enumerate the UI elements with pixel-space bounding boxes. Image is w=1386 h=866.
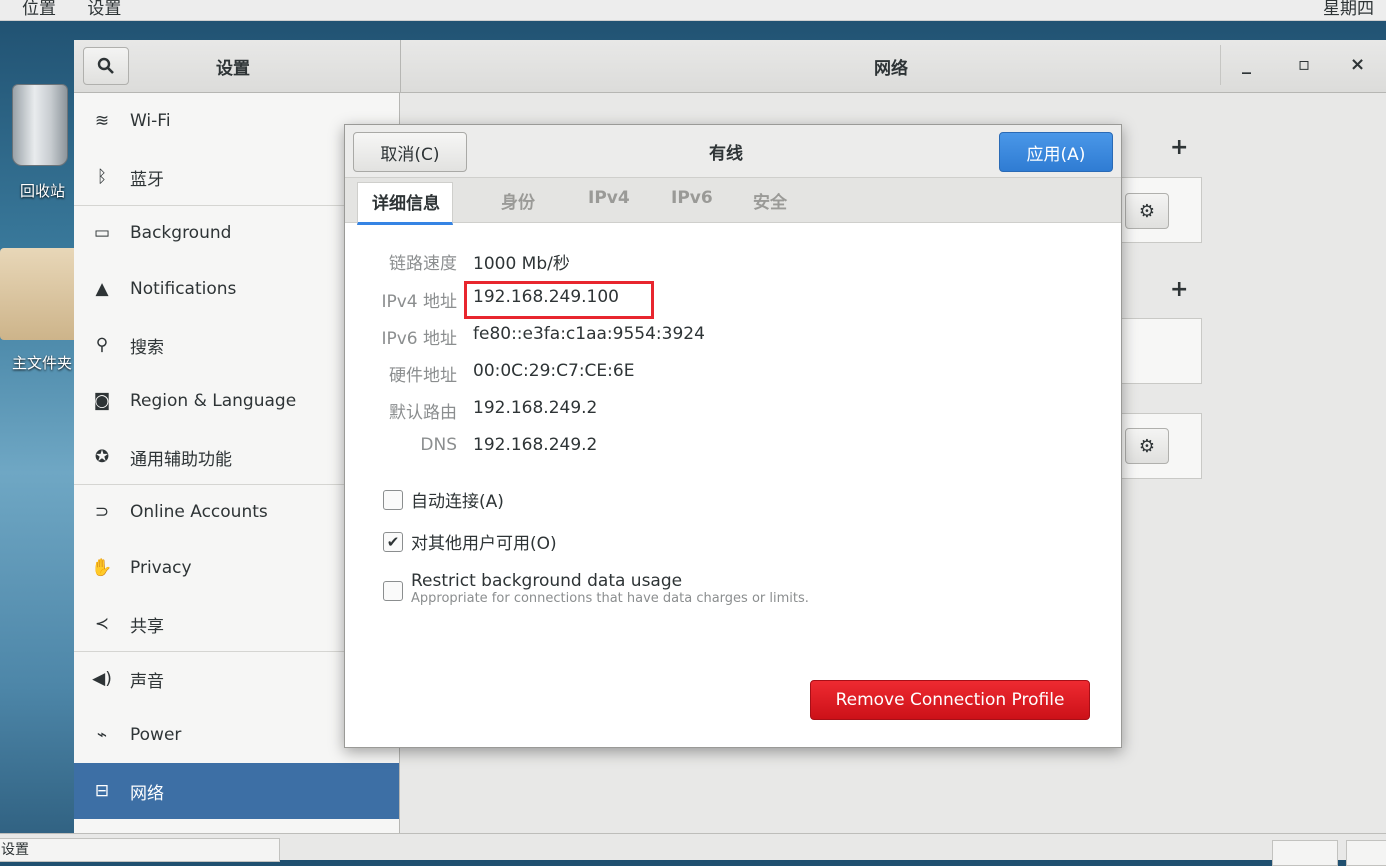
tab-details[interactable]: 详细信息 <box>357 182 453 225</box>
bluetooth-icon: ᛒ <box>96 167 108 187</box>
dialog-header: 取消(C) 有线 应用(A) <box>345 125 1121 178</box>
close-button[interactable]: × <box>1350 54 1365 75</box>
available-all-users-row[interactable]: ✔ 对其他用户可用(O) <box>383 529 557 554</box>
maximize-button[interactable]: ▫ <box>1298 54 1310 75</box>
sidebar-item-label: Background <box>130 223 232 243</box>
info-value: 192.168.249.2 <box>473 398 598 418</box>
wired-dialog: 取消(C) 有线 应用(A) 详细信息 身份 IPv4 IPv6 安全 链路速度… <box>344 124 1122 748</box>
restrict-data-checkbox[interactable] <box>383 581 403 601</box>
network-icon: ⊟ <box>94 781 110 801</box>
folder-icon <box>0 248 78 340</box>
workspace-2-button[interactable] <box>1346 840 1386 866</box>
gear-icon: ⚙ <box>1138 200 1156 222</box>
apply-button[interactable]: 应用(A) <box>999 132 1113 172</box>
wifi-icon: ≋ <box>94 111 110 131</box>
display-icon: ▭ <box>93 223 111 243</box>
camera-icon: ◙ <box>93 391 111 411</box>
bell-icon: ▲ <box>95 279 109 299</box>
dialog-title: 有线 <box>709 144 743 164</box>
add-vpn-button[interactable]: + <box>1170 277 1188 302</box>
info-value: fe80::e3fa:c1aa:9554:3924 <box>473 324 705 344</box>
remove-connection-button[interactable]: Remove Connection Profile <box>810 680 1090 720</box>
power-icon: ⌁ <box>96 725 108 745</box>
taskbar: 设置 <box>0 833 1386 866</box>
tab-bar: 详细信息 身份 IPv4 IPv6 安全 <box>345 178 1121 225</box>
wired-settings-button[interactable]: ⚙ <box>1125 193 1169 229</box>
header-bar: 设置 网络 _ ▫ × <box>74 40 1386 93</box>
info-value: 192.168.249.2 <box>473 435 598 455</box>
search-icon: ⚲ <box>95 335 109 355</box>
available-all-users-label: 对其他用户可用(O) <box>411 534 557 554</box>
trash-label: 回收站 <box>20 182 66 200</box>
sidebar-item-label: Region & Language <box>130 391 297 411</box>
header-separator <box>1220 45 1221 85</box>
settings-menu[interactable]: 设置 <box>87 0 121 19</box>
clock[interactable]: 星期四 <box>1323 0 1374 19</box>
sidebar-item-label: 蓝牙 <box>130 169 164 190</box>
info-label: IPv6 地址 <box>381 329 457 349</box>
checkmark-icon: ✔ <box>386 532 400 551</box>
workspace-1-button[interactable] <box>1272 840 1338 866</box>
add-wired-button[interactable]: + <box>1170 135 1188 160</box>
hand-icon: ✋ <box>91 558 113 578</box>
sidebar-item-label: 通用辅助功能 <box>130 449 232 470</box>
info-label: 链路速度 <box>389 254 457 274</box>
info-value: 00:0C:29:C7:CE:6E <box>473 361 635 381</box>
tab-security[interactable]: 安全 <box>753 188 787 213</box>
gear-icon: ⚙ <box>1138 435 1156 457</box>
tab-identity[interactable]: 身份 <box>501 188 535 213</box>
trash-icon <box>12 84 68 166</box>
restrict-data-hint: Appropriate for connections that have da… <box>411 591 809 606</box>
taskbar-item-label: 设置 <box>1 842 29 858</box>
home-label: 主文件夹 <box>12 354 73 372</box>
cancel-button[interactable]: 取消(C) <box>353 132 467 172</box>
places-menu[interactable]: 位置 <box>22 0 56 19</box>
highlight-box <box>464 281 654 319</box>
restrict-data-row[interactable]: Restrict background data usage Appropria… <box>383 571 809 606</box>
info-label: 默认路由 <box>389 403 457 423</box>
online-accounts-icon: ⊃ <box>94 502 110 522</box>
sidebar-item-label: 网络 <box>130 783 164 804</box>
info-label: IPv4 地址 <box>381 292 457 312</box>
info-value: 1000 Mb/秒 <box>473 254 570 274</box>
sidebar-item-label: Online Accounts <box>130 502 268 522</box>
sidebar-item-network[interactable]: ⊟ 网络 <box>74 763 399 819</box>
top-bar: 位置 设置 星期四 <box>0 0 1386 21</box>
sidebar-item-label: 搜索 <box>130 337 164 358</box>
accessibility-icon: ✪ <box>94 447 110 467</box>
auto-connect-row[interactable]: 自动连接(A) <box>383 487 504 512</box>
minimize-button[interactable]: _ <box>1242 54 1251 75</box>
taskbar-item-settings[interactable]: 设置 <box>0 838 280 862</box>
search-button[interactable] <box>83 47 129 85</box>
sidebar-header: 设置 <box>74 40 401 92</box>
sidebar-item-label: 声音 <box>130 671 164 692</box>
share-icon: ≺ <box>94 614 110 634</box>
sidebar-title: 设置 <box>216 59 250 79</box>
proxy-settings-button[interactable]: ⚙ <box>1125 428 1169 464</box>
sidebar-item-label: Power <box>130 725 182 745</box>
info-label: 硬件地址 <box>389 366 457 386</box>
tab-ipv6[interactable]: IPv6 <box>671 188 713 208</box>
sidebar-item-label: 共享 <box>130 616 164 637</box>
sidebar-item-label: Privacy <box>130 558 192 578</box>
available-all-users-checkbox[interactable]: ✔ <box>383 531 403 552</box>
speaker-icon: ◀) <box>92 669 112 689</box>
restrict-data-label: Restrict background data usage <box>411 571 683 591</box>
window-title: 网络 <box>874 59 908 79</box>
sidebar-item-label: Wi-Fi <box>130 111 171 131</box>
auto-connect-checkbox[interactable] <box>383 489 403 510</box>
auto-connect-label: 自动连接(A) <box>411 492 504 512</box>
sidebar-item-label: Notifications <box>130 279 237 299</box>
search-icon <box>97 57 114 74</box>
info-label: DNS <box>420 435 457 455</box>
tab-ipv4[interactable]: IPv4 <box>588 188 630 208</box>
